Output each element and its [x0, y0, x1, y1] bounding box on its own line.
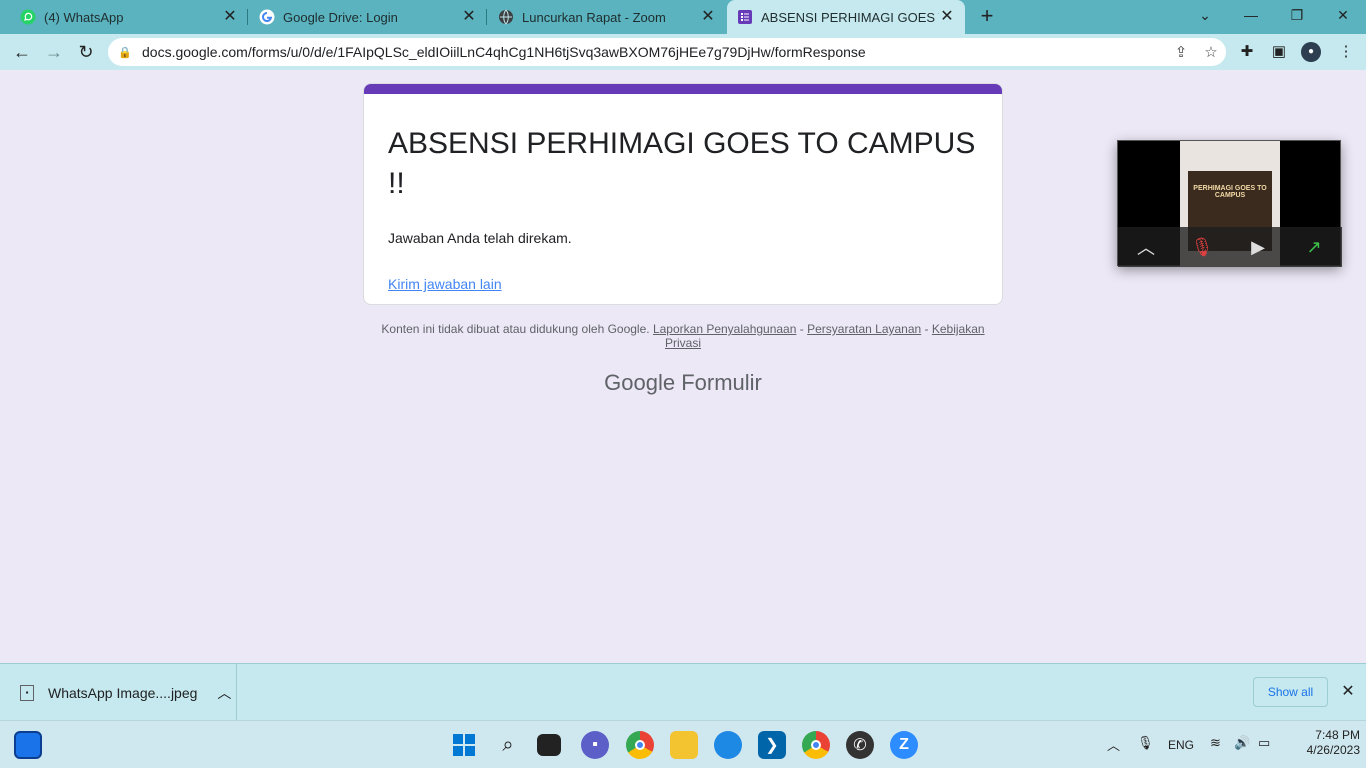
google-forms-logo[interactable]: Google Formulir: [363, 370, 1003, 396]
tab-title: ABSENSI PERHIMAGI GOES TO C: [761, 9, 939, 25]
form-footer: Konten ini tidak dibuat atau didukung ol…: [381, 322, 985, 350]
tab-absensi-form[interactable]: ABSENSI PERHIMAGI GOES TO C ✕: [727, 0, 965, 34]
restore-button[interactable]: ❐: [1274, 0, 1320, 30]
clock-date: 4/26/2023: [1306, 743, 1360, 757]
chevron-up-icon[interactable]: ︿: [217, 683, 231, 703]
form-title: ABSENSI PERHIMAGI GOES TO CAMPUS !!: [388, 127, 976, 200]
download-item[interactable]: ▪ WhatsApp Image....jpeg ︿: [0, 664, 237, 721]
back-arrow-icon[interactable]: ←: [10, 40, 34, 64]
clock-time: 7:48 PM: [1315, 728, 1360, 742]
terms-of-service-link[interactable]: Persyaratan Layanan: [807, 322, 921, 336]
video-camera-icon[interactable]: ▶: [1238, 237, 1278, 258]
google-wordmark: Google: [604, 370, 676, 395]
menu-kebab-icon[interactable]: ⋮: [1336, 42, 1356, 62]
poster-title: PERHIMAGI GOES TO CAMPUS: [1193, 185, 1267, 199]
app-elephant-icon[interactable]: [714, 731, 742, 759]
tab-title: Google Drive: Login: [283, 9, 398, 25]
browser-toolbar: ← → ↻ 🔒 docs.google.com/forms/u/0/d/e/1F…: [0, 34, 1366, 70]
whatsapp-icon: [20, 9, 36, 25]
system-clock[interactable]: 7:48 PM 4/26/2023: [1286, 728, 1360, 758]
extensions-puzzle-icon[interactable]: ✚: [1237, 42, 1257, 62]
task-view-icon[interactable]: [537, 734, 561, 756]
globe-icon: [498, 9, 514, 25]
minimize-button[interactable]: —: [1228, 0, 1274, 30]
search-icon[interactable]: ⌕: [494, 731, 522, 759]
report-abuse-link[interactable]: Laporkan Penyalahgunaan: [653, 322, 796, 336]
close-tab-icon[interactable]: ✕: [461, 9, 477, 25]
tab-search-chevron-icon[interactable]: ⌄: [1182, 0, 1228, 30]
muted-microphone-icon[interactable]: 🎙: [1182, 237, 1222, 258]
zoom-meeting-mini-window[interactable]: PERHIMAGI GOES TO CAMPUS ︿ 🎙 ▶ ↗: [1117, 140, 1342, 267]
submit-another-response-link[interactable]: Kirim jawaban lain: [388, 276, 978, 292]
battery-icon[interactable]: ▭: [1258, 735, 1270, 751]
vscode-icon[interactable]: ❯: [758, 731, 786, 759]
tab-title: Luncurkan Rapat - Zoom: [522, 9, 666, 25]
forms-wordmark: Formulir: [681, 370, 762, 395]
show-hidden-icons-chevron[interactable]: ︿: [1107, 735, 1120, 754]
response-recorded-message: Jawaban Anda telah direkam.: [388, 230, 572, 246]
download-bar: ▪ WhatsApp Image....jpeg ︿ Show all ✕: [0, 663, 1366, 721]
reload-icon[interactable]: ↻: [74, 40, 98, 64]
tab-zoom[interactable]: Luncurkan Rapat - Zoom ✕: [488, 0, 726, 34]
form-response-card: ABSENSI PERHIMAGI GOES TO CAMPUS !! Jawa…: [363, 83, 1003, 305]
close-tab-icon[interactable]: ✕: [939, 9, 955, 25]
address-bar[interactable]: 🔒 docs.google.com/forms/u/0/d/e/1FAIpQLS…: [108, 38, 1226, 66]
close-tab-icon[interactable]: ✕: [700, 9, 716, 25]
tab-strip: (4) WhatsApp ✕ Google Drive: Login ✕ Lun…: [0, 0, 1366, 34]
widgets-icon[interactable]: [14, 731, 42, 759]
download-file-name: WhatsApp Image....jpeg: [48, 684, 198, 701]
open-window-icon[interactable]: ↗: [1294, 237, 1334, 258]
microphone-icon[interactable]: 🎙: [1137, 735, 1154, 751]
zoom-controls: ︿ 🎙 ▶ ↗: [1118, 227, 1342, 267]
close-window-button[interactable]: ✕: [1320, 0, 1366, 30]
profile-avatar[interactable]: ●: [1301, 42, 1321, 62]
file-explorer-icon[interactable]: [670, 731, 698, 759]
chevron-up-icon[interactable]: ︿: [1126, 234, 1166, 260]
windows-start-icon[interactable]: [450, 731, 478, 759]
zoom-icon[interactable]: Z: [890, 731, 918, 759]
chrome-active-icon[interactable]: [802, 731, 830, 759]
bookmark-star-icon[interactable]: ☆: [1196, 43, 1226, 61]
form-accent-bar: [364, 84, 1002, 94]
close-tab-icon[interactable]: ✕: [222, 9, 238, 25]
volume-icon[interactable]: 🔊: [1234, 735, 1250, 751]
chat-icon[interactable]: ▪: [581, 731, 609, 759]
file-icon: ▪: [20, 684, 34, 701]
chrome-icon[interactable]: [626, 731, 654, 759]
forms-icon: [737, 9, 753, 25]
close-download-bar-icon[interactable]: ✕: [1338, 682, 1358, 702]
wifi-icon[interactable]: ≋: [1210, 735, 1221, 751]
tab-google-drive[interactable]: Google Drive: Login ✕: [249, 0, 487, 34]
whatsapp-taskbar-icon[interactable]: ✆: [846, 731, 874, 759]
side-panel-icon[interactable]: ▣: [1269, 42, 1289, 62]
google-icon: [259, 9, 275, 25]
forward-arrow-icon[interactable]: →: [42, 40, 66, 64]
tab-whatsapp[interactable]: (4) WhatsApp ✕: [10, 0, 248, 34]
share-icon[interactable]: ⇪: [1166, 43, 1196, 61]
url-text[interactable]: docs.google.com/forms/u/0/d/e/1FAIpQLSc_…: [142, 44, 1166, 60]
language-indicator[interactable]: ENG: [1168, 738, 1194, 752]
tab-title: (4) WhatsApp: [44, 9, 124, 25]
lock-icon: 🔒: [118, 46, 132, 59]
footer-disclaimer: Konten ini tidak dibuat atau didukung ol…: [381, 322, 650, 336]
windows-taskbar: ⌕ ▪ ❯ ✆ Z ︿ 🎙 ENG ≋ 🔊 ▭ 7:48 PM 4/26/202…: [0, 720, 1366, 768]
new-tab-button[interactable]: +: [976, 5, 998, 29]
show-all-button[interactable]: Show all: [1253, 677, 1328, 707]
